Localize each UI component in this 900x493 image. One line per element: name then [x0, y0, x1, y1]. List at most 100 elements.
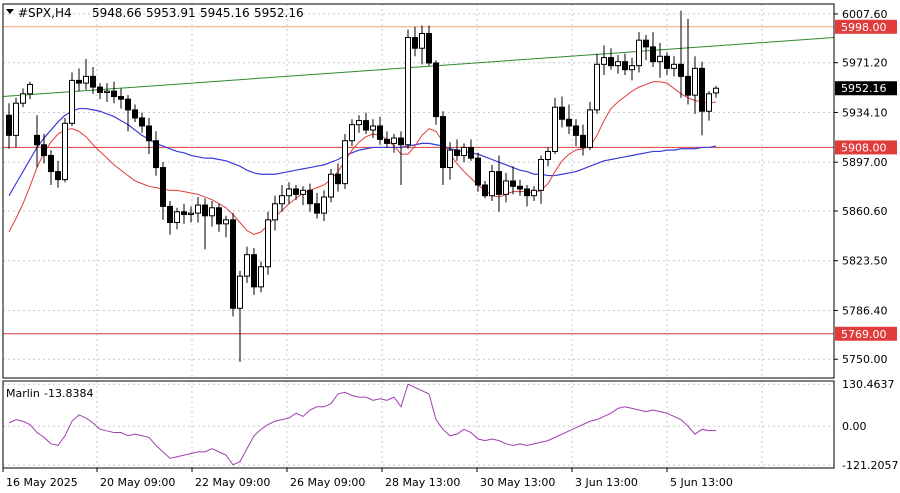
price-tick-label: 5934.10: [842, 106, 888, 119]
bear-candle-body: [664, 55, 670, 69]
bull-candle-body: [405, 37, 411, 146]
bear-candle-body: [384, 138, 390, 144]
indicator-tick-label: -121.2057: [842, 459, 898, 472]
bear-candle-body: [559, 106, 565, 120]
bear-candle-body: [314, 203, 320, 214]
bear-candle-body: [433, 62, 439, 118]
bull-candle-body: [272, 203, 278, 221]
bear-candle-body: [41, 144, 47, 156]
bull-candle-body: [671, 63, 677, 69]
bear-candle-body: [468, 146, 474, 159]
bear-candle-body: [125, 98, 131, 111]
candle: [342, 134, 348, 189]
bear-candle-body: [307, 189, 313, 205]
bear-candle-body: [139, 117, 145, 127]
bear-candle-body: [146, 125, 152, 142]
bear-candle-body: [230, 219, 236, 309]
bull-candle-body: [244, 254, 250, 277]
bear-candle-body: [153, 140, 159, 169]
bull-candle-body: [27, 83, 33, 95]
ohlc-close: 5952.16: [254, 6, 304, 20]
bear-candle-body: [482, 184, 488, 197]
time-tick-label: 16 May 2025: [6, 476, 78, 489]
bull-candle-body: [552, 106, 558, 152]
bear-candle-body: [118, 95, 124, 100]
bear-candle-body: [454, 149, 460, 156]
bear-candle-body: [573, 125, 579, 136]
bear-candle-body: [699, 67, 705, 112]
bear-candle-body: [55, 171, 61, 181]
bull-candle-body: [594, 63, 600, 111]
bull-candle-body: [615, 61, 621, 67]
bear-candle-body: [181, 211, 187, 215]
bull-candle-body: [349, 124, 355, 142]
bear-candle-body: [650, 46, 656, 63]
bull-candle-body: [545, 150, 551, 160]
indicator-tick-label: 0.00: [842, 420, 867, 433]
time-tick-label: 22 May 09:00: [195, 476, 270, 489]
bear-candle-body: [678, 63, 684, 77]
bull-candle-body: [531, 189, 537, 197]
bear-candle-body: [643, 39, 649, 48]
bull-candle-body: [209, 207, 215, 217]
bull-candle-body: [538, 158, 544, 191]
bull-candle-body: [706, 93, 712, 112]
bull-candle-body: [265, 219, 271, 268]
bear-candle-body: [97, 86, 103, 93]
time-tick-label: 20 May 09:00: [100, 476, 175, 489]
price-tick-label: 5786.40: [842, 304, 888, 317]
bull-candle-body: [657, 55, 663, 63]
candle: [433, 60, 439, 125]
bear-candle-body: [475, 157, 481, 186]
bull-candle-body: [713, 87, 719, 94]
bear-candle-body: [580, 134, 586, 148]
bear-candle-body: [90, 75, 96, 88]
time-tick-label: 5 Jun 13:00: [670, 476, 733, 489]
price-tick-label: 5860.60: [842, 205, 888, 218]
bull-candle-body: [223, 219, 229, 225]
bear-candle-body: [412, 37, 418, 49]
symbol-label: #SPX,H4: [18, 6, 72, 20]
chart-header: #SPX,H4 5948.66 5953.91 5945.16 5952.16: [6, 6, 304, 20]
bull-candle-body: [300, 189, 306, 195]
bear-candle-body: [76, 79, 82, 84]
chart-canvas: 6007.60 5971.20 5934.10 5897.00 5860.60 5823.…: [0, 0, 900, 493]
ohlc-high: 5953.91: [146, 6, 196, 20]
bull-candle-body: [237, 275, 243, 309]
bull-candle-body: [629, 65, 635, 71]
bear-candle-body: [524, 188, 530, 197]
time-tick-label: 28 May 13:00: [385, 476, 460, 489]
bear-candle-body: [293, 188, 299, 195]
level-tag-label: 5769.00: [841, 328, 887, 341]
bear-candle-body: [160, 167, 166, 207]
bear-candle-body: [216, 207, 222, 225]
bear-candle-body: [608, 57, 614, 67]
bear-candle-body: [363, 120, 369, 131]
bear-candle-body: [335, 173, 341, 185]
bear-candle-body: [48, 154, 54, 173]
bear-candle-body: [566, 118, 572, 127]
bull-candle-body: [328, 173, 334, 198]
bear-candle-body: [517, 185, 523, 190]
bull-candle-body: [174, 211, 180, 224]
bear-candle-body: [622, 61, 628, 71]
candle: [69, 72, 75, 126]
bull-candle-body: [188, 212, 194, 215]
time-tick-label: 30 May 13:00: [480, 476, 555, 489]
bear-candle-body: [132, 109, 138, 119]
bull-candle-body: [342, 140, 348, 185]
bull-candle-body: [503, 180, 509, 195]
bull-candle-body: [419, 32, 425, 49]
bear-candle-body: [167, 205, 173, 224]
bull-candle-body: [279, 195, 285, 205]
bull-candle-body: [258, 266, 264, 288]
ohlc-low: 5945.16: [200, 6, 250, 20]
level-tag-label: 5998.00: [841, 21, 887, 34]
bull-candle-body: [62, 122, 68, 181]
bear-candle-body: [426, 32, 432, 64]
chart-window: 6007.60 5971.20 5934.10 5897.00 5860.60 5823.…: [0, 0, 900, 493]
bull-candle-body: [587, 109, 593, 148]
bear-candle-body: [398, 137, 404, 146]
price-tick-label: 6007.60: [842, 8, 888, 21]
bear-candle-body: [510, 180, 516, 187]
